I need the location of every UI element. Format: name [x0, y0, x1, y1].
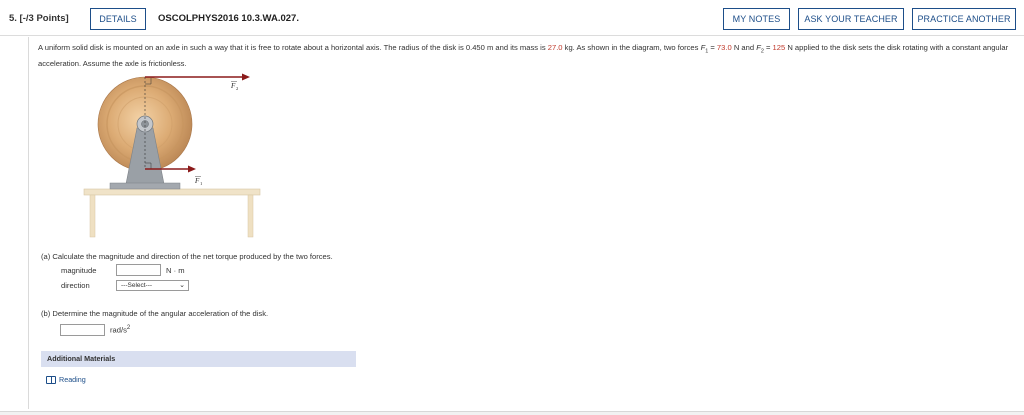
details-button[interactable]: DETAILS — [90, 8, 146, 30]
f1-value: 73.0 — [716, 43, 732, 52]
magnitude-label: magnitude — [61, 266, 97, 275]
problem-statement: A uniform solid disk is mounted on an ax… — [38, 42, 1013, 70]
book-icon — [46, 375, 56, 384]
f2-value: 125 — [772, 43, 786, 52]
chevron-down-icon: ⌄ — [179, 282, 185, 289]
direction-label: direction — [61, 281, 90, 290]
disk-diagram: F 2 F 1 — [83, 73, 261, 238]
table-leg — [89, 194, 96, 238]
stand-base — [109, 182, 181, 190]
practice-another-button[interactable]: PRACTICE ANOTHER — [912, 8, 1016, 30]
f1-label-sub: 1 — [200, 181, 202, 186]
angular-acceleration-input[interactable] — [60, 324, 105, 336]
question-header: 5. [-/3 Points] DETAILS OSCOLPHYS2016 10… — [0, 0, 1024, 36]
angular-acceleration-unit: rad/s2 — [110, 325, 130, 335]
table-top — [83, 188, 261, 196]
magnitude-unit: N · m — [166, 266, 185, 275]
additional-materials-header: Additional Materials — [41, 351, 356, 367]
left-divider — [28, 37, 29, 409]
question-card: 5. [-/3 Points] DETAILS OSCOLPHYS2016 10… — [0, 0, 1024, 412]
direction-select[interactable]: ---Select--- ⌄ — [116, 280, 189, 291]
reading-label: Reading — [59, 375, 86, 384]
mass-value: 27.0 — [547, 43, 563, 52]
direction-select-value: ---Select--- — [121, 282, 153, 289]
f1-arrowhead — [188, 165, 196, 173]
reading-link[interactable]: Reading — [46, 375, 86, 384]
part-a-prompt: (a) Calculate the magnitude and directio… — [41, 252, 333, 261]
f2-arrowhead — [242, 73, 250, 81]
problem-text: = — [763, 43, 773, 52]
problem-text: A uniform solid disk is mounted on an ax… — [38, 43, 548, 52]
question-number: 5. [-/3 Points] — [9, 13, 69, 24]
f2-label-sub: 2 — [236, 86, 238, 91]
unit-text: rad/s — [110, 325, 127, 335]
problem-text: = — [708, 43, 717, 52]
table-leg — [247, 194, 254, 238]
part-b-prompt: (b) Determine the magnitude of the angul… — [41, 309, 269, 318]
problem-code: OSCOLPHYS2016 10.3.WA.027. — [158, 13, 299, 24]
my-notes-button[interactable]: MY NOTES — [723, 8, 790, 30]
problem-text: kg. As shown in the diagram, two forces — [562, 43, 701, 52]
magnitude-input[interactable] — [116, 264, 161, 276]
problem-text: N and — [731, 43, 757, 52]
ask-teacher-button[interactable]: ASK YOUR TEACHER — [798, 8, 904, 30]
unit-exponent: 2 — [126, 325, 131, 331]
